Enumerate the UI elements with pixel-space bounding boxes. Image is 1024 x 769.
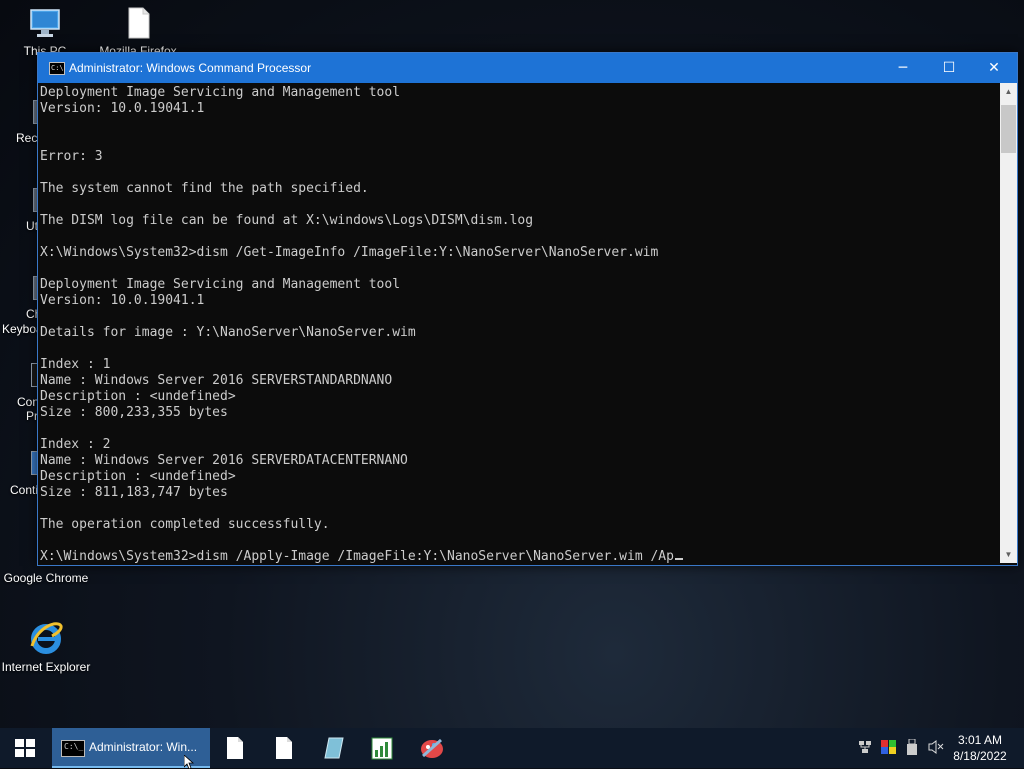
console-line: Description : <undefined> [40,469,236,484]
clock-time: 3:01 AM [957,733,1003,747]
scrollbar-thumb[interactable] [1001,105,1016,153]
console-output[interactable]: Deployment Image Servicing and Managemen… [38,83,1000,563]
taskbar-paint-button[interactable] [410,728,454,768]
text-cursor [674,558,683,560]
console-line: X:\Windows\System32>dism /Get-ImageInfo … [40,245,659,260]
cmd-taskbar-icon: C:\_ [61,740,85,757]
console-line: Index : 2 [40,437,111,452]
color-icon [881,740,896,754]
clock-date: 8/18/2022 [953,749,1007,763]
minimize-button[interactable]: ─ [880,53,926,83]
console-input-line[interactable]: X:\Windows\System32>dism /Apply-Image /I… [40,549,683,563]
console-line: The DISM log file can be found at X:\win… [40,213,534,228]
close-button[interactable]: ✕ [971,53,1017,83]
paint-icon [421,738,443,758]
chrome-shortcut[interactable]: Google Chrome [1,571,91,585]
scroll-up-arrow-icon[interactable]: ▲ [1000,83,1017,100]
console-line: Name : Windows Server 2016 SERVERDATACEN… [40,453,408,468]
console-line: The operation completed successfully. [40,517,330,532]
scroll-down-arrow-icon[interactable]: ▼ [1000,546,1017,563]
taskbar: C:\_ Administrator: Win... 3:01 AM 8/18/… [0,728,1024,769]
chrome-label: Google Chrome [3,571,89,585]
file-icon [128,7,150,39]
mouse-pointer-icon [184,755,194,769]
console-label-1[interactable]: Con [17,395,39,409]
console-line: Details for image : Y:\NanoServer\NanoSe… [40,325,416,340]
console-line: Name : Windows Server 2016 SERVERSTANDAR… [40,373,393,388]
taskbar-disk-tool-button[interactable] [311,728,355,768]
file-icon [276,737,292,759]
network-icon [859,741,871,753]
usb-icon [907,739,917,755]
console-line: Size : 800,233,355 bytes [40,405,228,420]
console-line: Deployment Image Servicing and Managemen… [40,85,401,100]
console-line: Version: 10.0.19041.1 [40,293,205,308]
this-pc-shortcut[interactable]: This PC [0,6,90,58]
disk-tool-icon [324,737,344,759]
this-pc-icon [30,9,60,37]
control-panel-label[interactable]: Conti [10,483,38,497]
taskbar-cmd-label: Administrator: Win... [89,740,198,754]
taskbar-notepad-button[interactable] [213,728,257,768]
console-line: Error: 3 [40,149,103,164]
taskbar-clock[interactable]: 3:01 AM 8/18/2022 [944,732,1016,764]
taskbar-spreadsheet-button[interactable] [360,728,404,768]
maximize-button[interactable]: ☐ [926,53,972,83]
start-button[interactable] [0,728,48,768]
vertical-scrollbar[interactable]: ▲ ▼ [1000,83,1017,563]
ie-shortcut[interactable]: Internet Explorer [1,620,91,674]
console-line: Deployment Image Servicing and Managemen… [40,277,401,292]
console-line: Index : 1 [40,357,111,372]
windows-logo-icon [15,739,35,757]
command-prompt-window[interactable]: C:\ Administrator: Windows Command Proce… [37,52,1018,566]
window-title: Administrator: Windows Command Processor [69,61,312,75]
console-line: Description : <undefined> [40,389,236,404]
ie-label: Internet Explorer [1,660,91,674]
cmd-window-icon: C:\ [49,62,65,75]
console-line: Version: 10.0.19041.1 [40,101,205,116]
taskbar-file-button[interactable] [262,728,306,768]
firefox-shortcut[interactable]: Mozilla Firefox [93,6,183,58]
internet-explorer-icon [30,622,63,654]
notepad-icon [227,737,243,759]
console-line: Size : 811,183,747 bytes [40,485,228,500]
title-bar[interactable]: C:\ Administrator: Windows Command Proce… [38,53,1017,83]
spreadsheet-icon [371,737,393,760]
console-line: The system cannot find the path specifie… [40,181,369,196]
console-command-text: X:\Windows\System32>dism /Apply-Image /I… [40,549,674,563]
volume-muted-icon [928,740,944,754]
